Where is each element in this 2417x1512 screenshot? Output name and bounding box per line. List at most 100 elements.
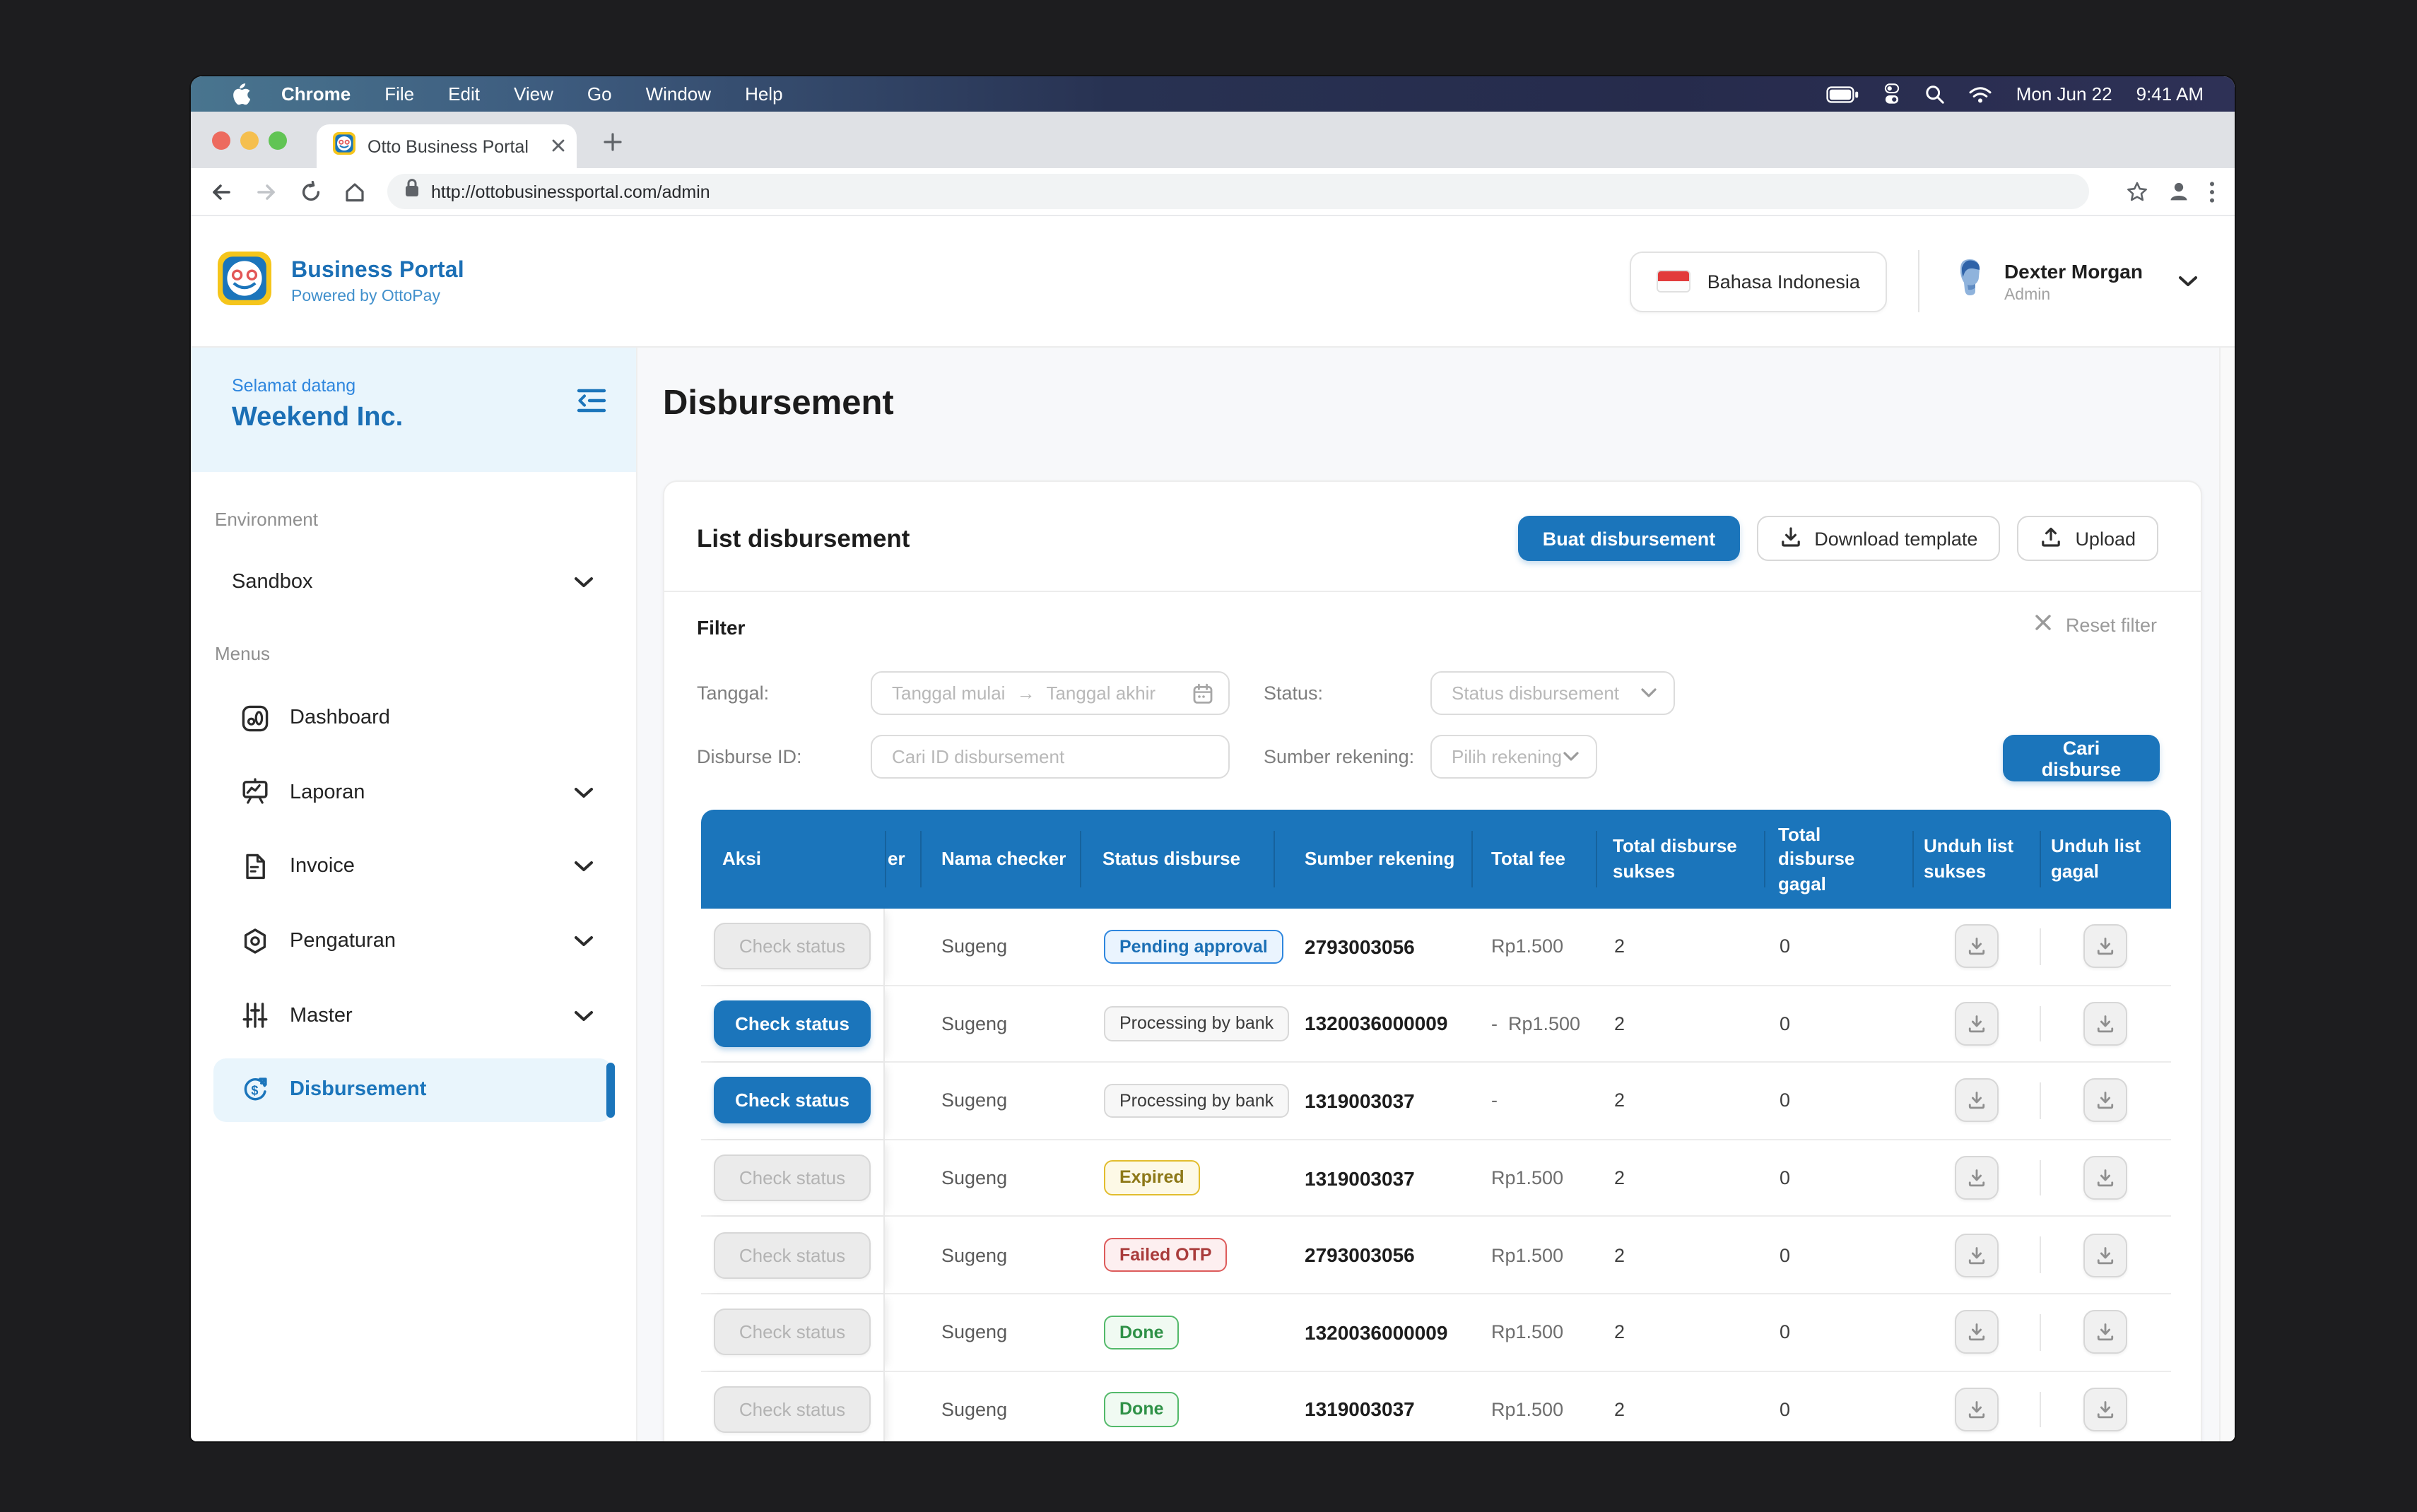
- download-sukses-button[interactable]: [1954, 1311, 1998, 1354]
- download-gagal-button[interactable]: [2083, 1079, 2127, 1123]
- download-gagal-button[interactable]: [2083, 1002, 2127, 1046]
- spotlight-search-icon[interactable]: [1926, 84, 1946, 104]
- status-dropdown[interactable]: Status disbursement: [1430, 671, 1675, 715]
- fee-cell: Rp1.500: [1471, 909, 1596, 984]
- welcome-panel: Selamat datang Weekend Inc.: [191, 348, 636, 472]
- reload-button[interactable]: [300, 180, 322, 203]
- menubar-date[interactable]: Mon Jun 22: [2016, 83, 2112, 105]
- sidebar-collapse-icon[interactable]: [577, 389, 606, 420]
- window-minimize-button[interactable]: [240, 131, 259, 150]
- status-cell: Processing by bank: [1080, 986, 1274, 1061]
- url-bar[interactable]: http://ottobusinessportal.com/admin: [387, 174, 2089, 209]
- language-label: Bahasa Indonesia: [1707, 271, 1860, 292]
- menubar-time[interactable]: 9:41 AM: [2136, 83, 2204, 105]
- check-status-button[interactable]: Check status: [714, 1077, 871, 1124]
- download-sukses-button[interactable]: [1954, 925, 1998, 969]
- download-sukses-button[interactable]: [1954, 1079, 1998, 1123]
- download-sukses-button[interactable]: [1954, 1002, 1998, 1046]
- date-range-input[interactable]: Tanggal mulai → Tanggal akhir: [871, 671, 1230, 715]
- aksi-cell: Check status: [701, 1371, 885, 1441]
- disburse-id-input[interactable]: [871, 735, 1230, 779]
- search-disburse-button[interactable]: Cari disburse: [2003, 735, 2160, 781]
- user-chevron-down-icon[interactable]: [2178, 276, 2198, 287]
- user-name: Dexter Morgan: [2004, 259, 2143, 282]
- tab-close-icon[interactable]: [551, 134, 565, 159]
- checker-cell: Sugeng: [920, 1140, 1080, 1216]
- back-button[interactable]: [209, 180, 233, 203]
- menubar-item-file[interactable]: File: [384, 83, 414, 105]
- aksi-cell: Check status: [701, 909, 885, 984]
- sidebar-item-disbursement[interactable]: $ Disbursement: [191, 1053, 636, 1127]
- download-gagal-button[interactable]: [2083, 1311, 2127, 1354]
- sidebar-item-dashboard[interactable]: Dashboard: [191, 681, 636, 755]
- download-template-button[interactable]: Download template: [1756, 516, 2000, 561]
- check-status-button[interactable]: Check status: [714, 1232, 871, 1278]
- reset-filter-button[interactable]: Reset filter: [2035, 613, 2157, 636]
- bookmark-star-icon[interactable]: [2126, 180, 2148, 203]
- browser-tab[interactable]: Otto Business Portal: [317, 124, 577, 168]
- sukses-cell: 2: [1596, 1140, 1764, 1216]
- menubar-item-go[interactable]: Go: [587, 83, 612, 105]
- sidebar-item-label: Master: [290, 1004, 353, 1027]
- create-disbursement-button[interactable]: Buat disbursement: [1519, 516, 1740, 561]
- upload-button[interactable]: Upload: [2017, 516, 2158, 561]
- check-status-button[interactable]: Check status: [714, 1386, 871, 1433]
- sidebar-item-label: Laporan: [290, 781, 365, 804]
- profile-icon[interactable]: [2167, 179, 2191, 203]
- browser-menu-icon[interactable]: [2209, 180, 2215, 203]
- download-sukses-button[interactable]: [1954, 1156, 1998, 1200]
- menubar-item-view[interactable]: View: [514, 83, 553, 105]
- mac-screen: Chrome File Edit View Go Window Help: [191, 76, 2235, 1441]
- control-center-icon[interactable]: [1883, 83, 1902, 105]
- new-tab-button[interactable]: [598, 127, 626, 155]
- sidebar-item-invoice[interactable]: Invoice: [191, 829, 636, 904]
- page-body: Selamat datang Weekend Inc. Environment …: [191, 348, 2235, 1441]
- aksi-cell: Check status: [701, 986, 885, 1061]
- disbursement-icon: $: [240, 1075, 270, 1105]
- home-button[interactable]: [343, 180, 366, 203]
- download-gagal-cell: [2040, 1217, 2171, 1293]
- gagal-cell: 0: [1764, 1371, 1912, 1441]
- check-status-button[interactable]: Check status: [714, 1309, 871, 1356]
- wifi-icon[interactable]: [1970, 85, 1992, 102]
- card-title: List disbursement: [697, 524, 910, 553]
- download-sukses-button[interactable]: [1954, 1233, 1998, 1277]
- menubar-item-help[interactable]: Help: [745, 83, 783, 105]
- sukses-cell: 2: [1596, 1063, 1764, 1138]
- disburse-id-field[interactable]: [872, 736, 1228, 777]
- download-gagal-button[interactable]: [2083, 925, 2127, 969]
- download-sukses-button[interactable]: [1954, 1388, 1998, 1431]
- check-status-button[interactable]: Check status: [714, 1154, 871, 1201]
- aksi-cell: Check status: [701, 1140, 885, 1216]
- chevron-down-icon: [1563, 752, 1579, 762]
- check-status-button[interactable]: Check status: [714, 923, 871, 970]
- user-menu[interactable]: Dexter Morgan Admin: [1951, 257, 2198, 305]
- window-close-button[interactable]: [212, 131, 230, 150]
- menubar-item-edit[interactable]: Edit: [448, 83, 480, 105]
- page-scrollbar[interactable]: [2219, 348, 2235, 1441]
- sidebar-item-pengaturan[interactable]: Pengaturan: [191, 904, 636, 979]
- download-gagal-button[interactable]: [2083, 1233, 2127, 1277]
- environment-label: Environment: [215, 509, 636, 530]
- sidebar-item-laporan[interactable]: Laporan: [191, 755, 636, 829]
- sidebar-item-master[interactable]: Master: [191, 979, 636, 1053]
- language-selector[interactable]: Bahasa Indonesia: [1630, 251, 1887, 312]
- table-row: Check status Sugeng Failed OTP 279300305…: [701, 1217, 2171, 1294]
- rekening-dropdown[interactable]: Pilih rekening: [1430, 735, 1597, 779]
- chevron-down-icon: [574, 935, 594, 947]
- window-zoom-button[interactable]: [269, 131, 287, 150]
- menubar-item-window[interactable]: Window: [646, 83, 712, 105]
- tanggal-label: Tanggal:: [697, 683, 769, 704]
- svg-text:$: $: [251, 1084, 258, 1098]
- download-gagal-button[interactable]: [2083, 1388, 2127, 1431]
- check-status-button[interactable]: Check status: [714, 1000, 871, 1047]
- status-label: Status:: [1264, 683, 1323, 704]
- download-gagal-button[interactable]: [2083, 1156, 2127, 1200]
- forward-button[interactable]: [254, 180, 278, 203]
- environment-selector[interactable]: Sandbox: [191, 558, 636, 606]
- apple-menu-icon[interactable]: [230, 83, 250, 105]
- column-header-status-disburse: Status disburse: [1080, 810, 1274, 909]
- status-cell: Failed OTP: [1080, 1217, 1274, 1293]
- maker-cell-clipped: [885, 1140, 920, 1216]
- menubar-app-name[interactable]: Chrome: [281, 83, 351, 105]
